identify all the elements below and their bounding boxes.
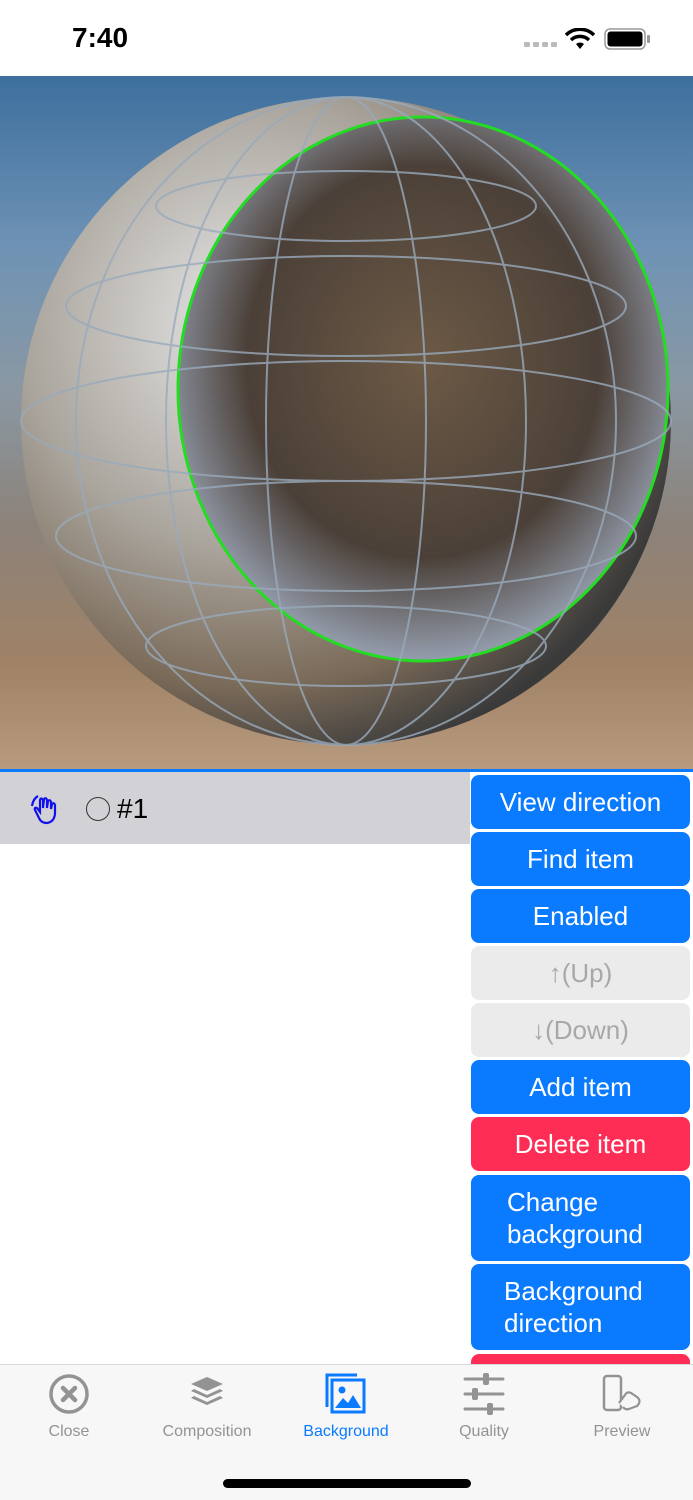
change-background-button[interactable]: Change background: [471, 1175, 690, 1261]
add-item-button[interactable]: Add item: [471, 1060, 690, 1114]
hand-tap-icon[interactable]: [27, 792, 61, 826]
tab-preview[interactable]: Preview: [553, 1373, 691, 1441]
button-label-line: direction: [504, 1308, 603, 1338]
battery-icon: [604, 28, 650, 50]
enabled-button[interactable]: Enabled: [471, 889, 690, 943]
wifi-icon: [565, 28, 595, 49]
background-direction-button[interactable]: Background direction: [471, 1264, 690, 1350]
layers-icon: [191, 1377, 223, 1405]
find-item-button[interactable]: Find item: [471, 832, 690, 886]
close-circle-icon: [49, 1374, 89, 1414]
move-up-button[interactable]: ↑(Up): [471, 946, 690, 1000]
sphere-preview: [20, 96, 672, 746]
tab-label: Quality: [459, 1423, 509, 1440]
button-label-line: background: [507, 1219, 643, 1249]
tab-quality[interactable]: Quality: [415, 1373, 553, 1441]
list-item[interactable]: #1: [0, 772, 470, 844]
button-label-line: Change: [507, 1187, 599, 1217]
status-time: 7:40: [72, 22, 129, 53]
signal-icon: [524, 42, 557, 47]
tab-label: Close: [48, 1423, 90, 1440]
home-indicator: [223, 1479, 471, 1488]
move-down-button[interactable]: ↓(Down): [471, 1003, 690, 1057]
phone-touch-icon: [602, 1374, 641, 1412]
item-label: #1: [117, 793, 149, 824]
sliders-icon: [463, 1373, 505, 1415]
tab-background[interactable]: Background: [277, 1373, 415, 1441]
radio-button[interactable]: [86, 797, 110, 821]
tab-label: Preview: [593, 1423, 651, 1440]
tab-composition[interactable]: Composition: [138, 1373, 276, 1441]
button-label-line: Background: [504, 1276, 643, 1306]
tab-label: Composition: [162, 1423, 252, 1440]
tab-close[interactable]: Close: [0, 1373, 138, 1441]
photo-icon: [325, 1373, 366, 1414]
status-bar: 7:40: [0, 0, 693, 76]
tab-label: Background: [303, 1423, 389, 1440]
3d-viewport[interactable]: [0, 76, 693, 770]
view-direction-button[interactable]: View direction: [471, 775, 690, 829]
delete-item-button[interactable]: Delete item: [471, 1117, 690, 1171]
